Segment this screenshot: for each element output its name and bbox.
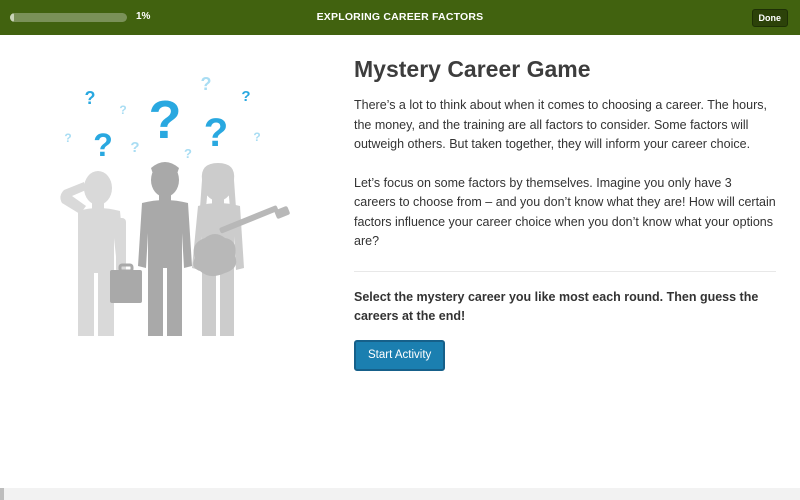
instruction-text: Select the mystery career you like most … <box>354 289 759 324</box>
question-mark-icon: ? ? ? ? ? ? ? ? ? ? ? <box>64 74 260 163</box>
bottom-corner <box>0 488 4 500</box>
activity-title: EXPLORING CAREER FACTORS <box>316 11 484 23</box>
svg-text:?: ? <box>149 90 182 150</box>
svg-text:?: ? <box>241 88 250 105</box>
svg-text:?: ? <box>130 139 139 156</box>
done-button[interactable]: Done <box>751 9 788 27</box>
career-illustration: ? ? ? ? ? ? ? ? ? ? ? <box>50 68 310 338</box>
svg-text:?: ? <box>64 131 71 145</box>
start-activity-button[interactable]: Start Activity <box>354 339 446 371</box>
svg-text:?: ? <box>201 74 212 94</box>
svg-text:?: ? <box>184 146 192 161</box>
person-thinking-silhouette <box>60 171 126 336</box>
divider <box>354 270 776 272</box>
illustration-svg: ? ? ? ? ? ? ? ? ? ? ? <box>60 74 290 336</box>
bottom-edge <box>0 488 800 500</box>
svg-text:?: ? <box>204 111 228 155</box>
intro-paragraph: There’s a lot to think about when it com… <box>354 98 767 151</box>
intro-paragraph: Let’s focus on some factors by themselve… <box>354 175 776 249</box>
svg-text:?: ? <box>253 130 260 144</box>
intro-panel: Mystery Career Game There’s a lot to thi… <box>354 55 776 371</box>
person-guitar-silhouette <box>192 163 290 336</box>
page-title: Mystery Career Game <box>354 56 591 82</box>
top-bar: 1% EXPLORING CAREER FACTORS Done <box>0 0 800 35</box>
svg-text:?: ? <box>85 88 96 108</box>
svg-text:?: ? <box>93 127 113 163</box>
svg-text:?: ? <box>119 103 126 117</box>
